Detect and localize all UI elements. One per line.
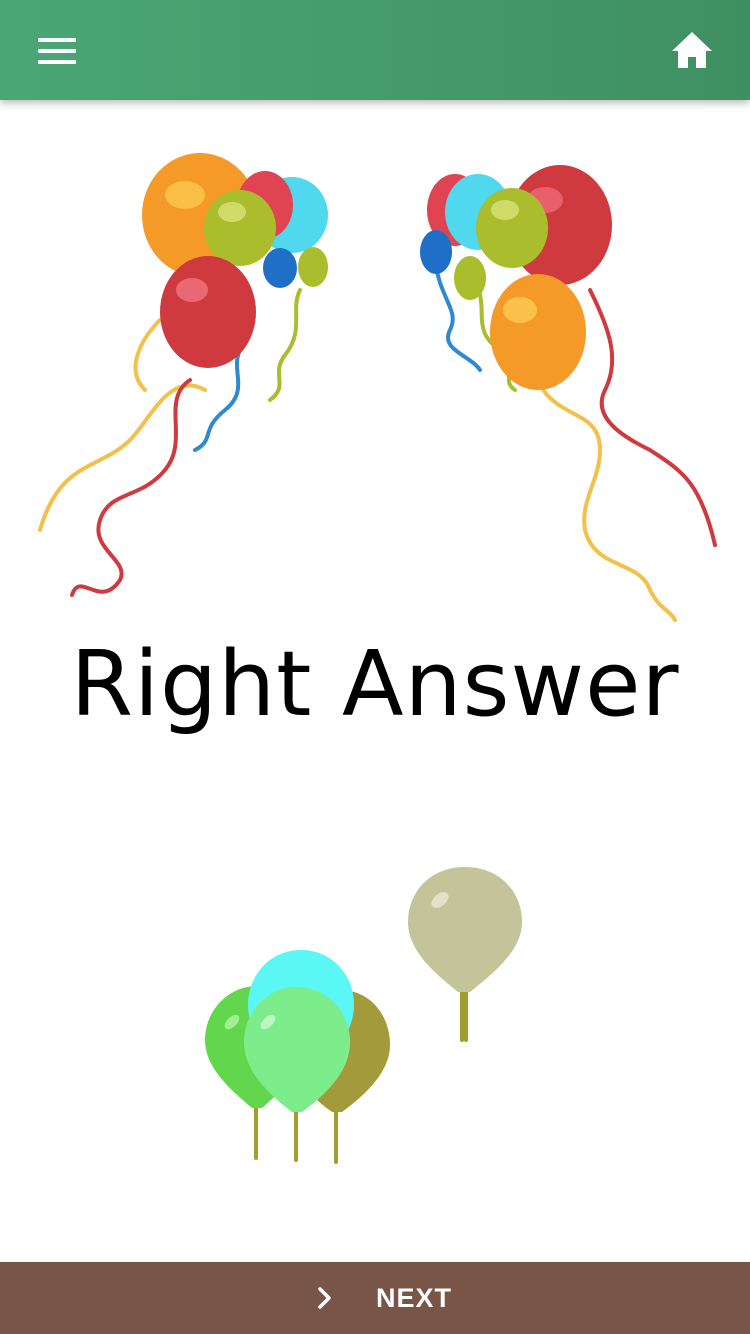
- next-button[interactable]: NEXT: [0, 1262, 750, 1334]
- floating-balloons-icon: [205, 867, 522, 1164]
- hamburger-menu-icon[interactable]: [38, 38, 76, 64]
- app-bar: [0, 0, 750, 100]
- balloon-cluster-icon: [38, 153, 717, 622]
- result-headline: Right Answer: [70, 632, 680, 737]
- home-icon[interactable]: [670, 30, 714, 70]
- chevron-right-icon: [318, 1287, 331, 1309]
- next-button-label: NEXT: [376, 1282, 453, 1313]
